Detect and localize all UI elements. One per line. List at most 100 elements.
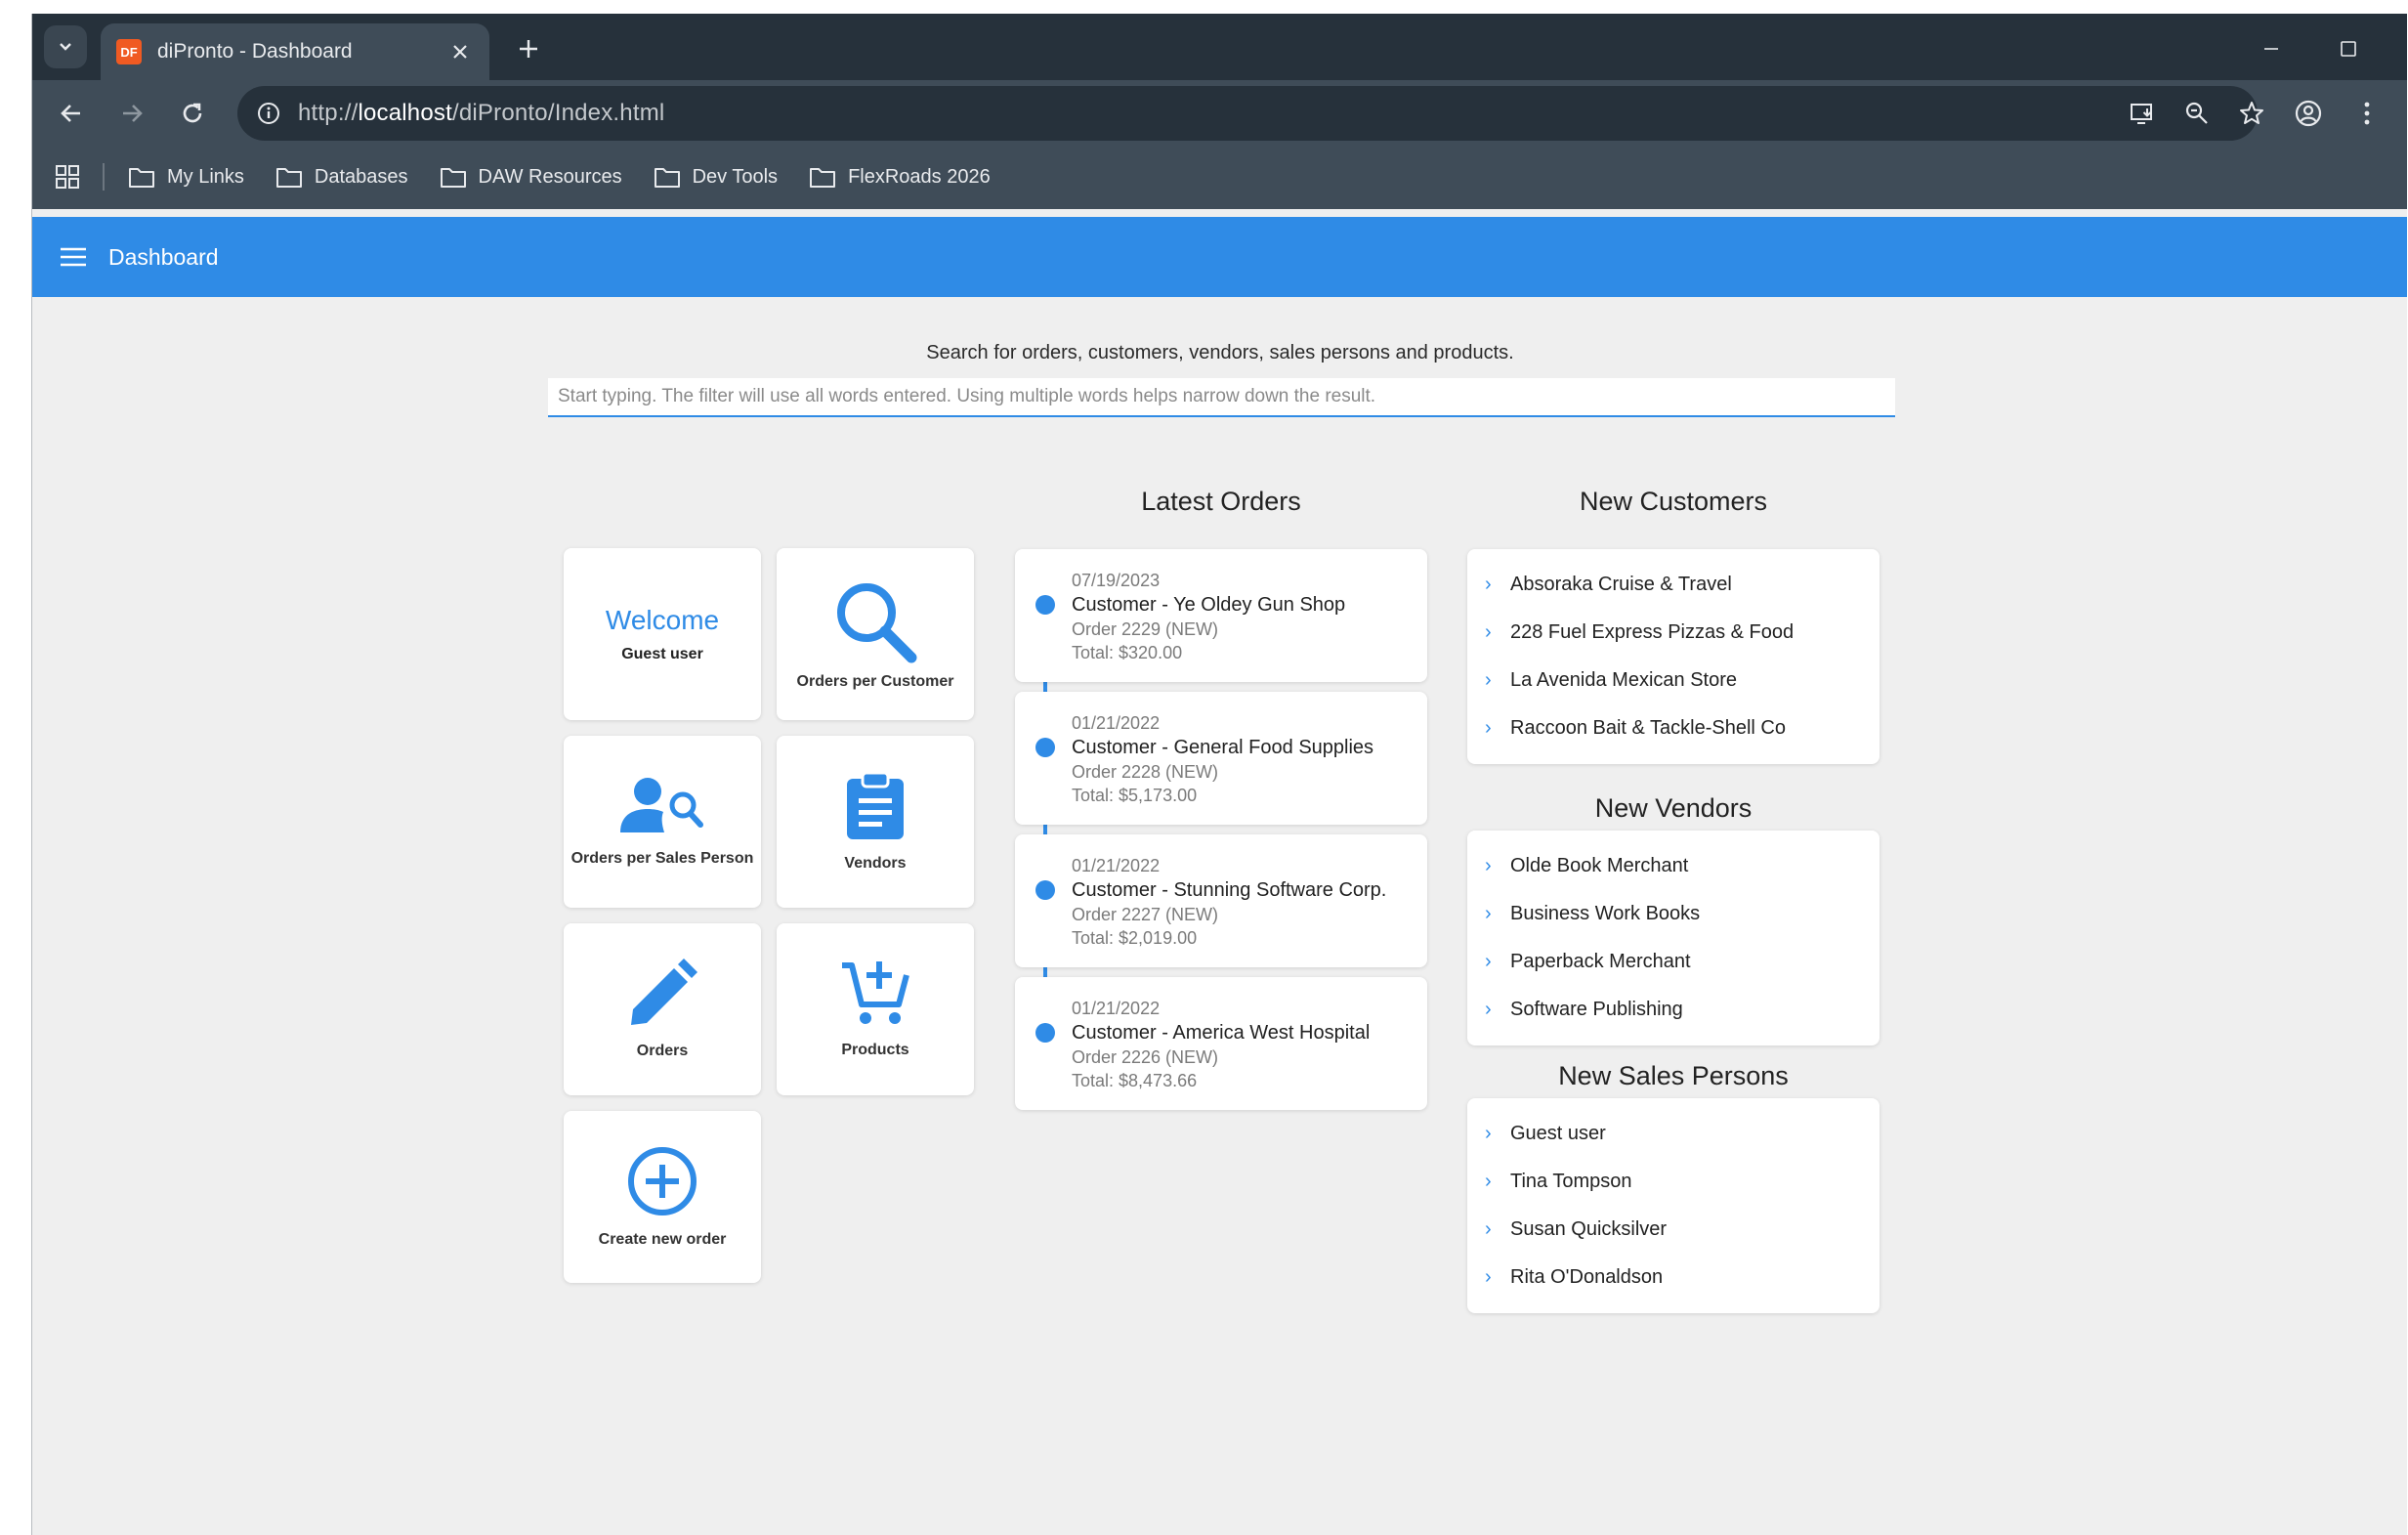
arrow-left-icon	[61, 105, 80, 122]
app-favicon: DF	[116, 39, 142, 64]
order-total: Total: $8,473.66	[1072, 1071, 1198, 1090]
search-icon	[831, 577, 919, 665]
window-close-button[interactable]	[2406, 31, 2407, 66]
chevron-right-icon: ›	[1485, 1123, 1492, 1144]
tab-close-button[interactable]	[446, 38, 474, 65]
reload-icon	[183, 103, 202, 123]
tile-label: Vendors	[844, 855, 907, 872]
chevron-right-icon: ›	[1485, 669, 1492, 691]
bookmark-folder-my-links[interactable]: My Links	[128, 165, 244, 189]
chevron-right-icon: ›	[1485, 855, 1492, 876]
maximize-icon	[2341, 41, 2356, 57]
maximize-button[interactable]	[2329, 31, 2368, 66]
chevron-down-icon	[60, 43, 71, 51]
list-item-customer[interactable]: › La Avenida Mexican Store	[1467, 657, 1880, 704]
bookmark-folder-dev-tools[interactable]: Dev Tools	[654, 165, 778, 189]
bookmarks-bar: My Links Databases DAW Resources Dev Too…	[32, 145, 2407, 209]
orders-per-customer-tile[interactable]: Orders per Customer	[777, 548, 974, 720]
timeline-dot	[1035, 738, 1055, 757]
new-tab-button[interactable]	[511, 31, 546, 66]
address-bar[interactable]: http://localhost/diPronto/Index.html	[237, 86, 2263, 141]
add-circle-icon	[626, 1145, 698, 1217]
bookmark-folder-databases[interactable]: Databases	[275, 165, 408, 189]
reload-button[interactable]	[173, 94, 212, 133]
back-button[interactable]	[52, 94, 91, 133]
order-card[interactable]: 01/21/2022 Customer - Stunning Software …	[1015, 834, 1427, 967]
arrow-right-icon	[123, 105, 143, 122]
site-info-icon[interactable]	[251, 96, 286, 131]
vendors-tile[interactable]: Vendors	[777, 736, 974, 908]
tab-dashboard[interactable]: DF diPronto - Dashboard	[101, 23, 489, 80]
tab-title: diPronto - Dashboard	[157, 40, 353, 63]
new-customers-title: New Customers	[1579, 487, 1768, 516]
profile-icon	[2295, 100, 2322, 127]
new-vendors-title: New Vendors	[1594, 793, 1753, 823]
zoom-icon[interactable]	[2179, 96, 2215, 131]
tile-label: Orders per Customer	[796, 673, 954, 690]
add-cart-icon	[840, 959, 910, 1028]
chevron-right-icon: ›	[1485, 717, 1492, 739]
chevron-right-icon: ›	[1485, 621, 1492, 643]
tab-search-button[interactable]	[44, 25, 87, 68]
pencil-icon	[627, 959, 697, 1029]
profile-button[interactable]	[2289, 94, 2328, 133]
orders-per-sales-person-tile[interactable]: Orders per Sales Person	[564, 736, 761, 908]
menu-button[interactable]	[2347, 94, 2387, 133]
bookmark-folder-flexroads-2026[interactable]: FlexRoads 2026	[809, 165, 991, 189]
hamburger-menu-button[interactable]	[56, 239, 91, 275]
timeline-dot	[1035, 1023, 1055, 1043]
folder-icon	[810, 168, 836, 188]
new-customers-list: › Absoraka Cruise & Travel › 228 Fuel Expr…	[1467, 549, 1880, 764]
bookmark-star-icon[interactable]	[2234, 96, 2269, 131]
order-date: 01/21/2022	[1072, 856, 1161, 875]
page-title: Dashboard	[108, 243, 219, 270]
chevron-right-icon: ›	[1485, 574, 1492, 595]
list-item-vendor[interactable]: › Olde Book Merchant	[1467, 842, 1880, 890]
order-card[interactable]: 01/21/2022 Customer - General Food Suppl…	[1015, 692, 1427, 825]
list-item-customer[interactable]: › 228 Fuel Express Pizzas & Food	[1467, 609, 1880, 657]
search-input[interactable]	[548, 378, 1895, 417]
forward-button[interactable]	[112, 94, 151, 133]
close-icon	[453, 45, 467, 59]
new-vendors-list: › Olde Book Merchant › Business Work Books…	[1467, 831, 1880, 1045]
list-item-sales-person[interactable]: › Susan Quicksilver	[1467, 1206, 1880, 1254]
orders-tile[interactable]: Orders	[564, 923, 761, 1095]
welcome-tile: Welcome Guest user	[564, 548, 761, 720]
order-card[interactable]: 07/19/2023 Customer - Ye Oldey Gun Shop …	[1015, 549, 1427, 682]
welcome-title: Welcome	[605, 605, 720, 635]
list-item-sales-person[interactable]: › Tina Tompson	[1467, 1158, 1880, 1206]
list-item-vendor[interactable]: › Paperback Merchant	[1467, 938, 1880, 986]
latest-orders-title: Latest Orders	[1141, 487, 1301, 516]
more-vert-icon	[2364, 102, 2370, 125]
list-item-vendor[interactable]: › Software Publishing	[1467, 986, 1880, 1034]
list-item-customer[interactable]: › Raccoon Bait & Tackle-Shell Co	[1467, 704, 1880, 752]
create-new-order-tile[interactable]: Create new order	[564, 1111, 761, 1283]
tab-strip: DF diPronto - Dashboard	[32, 14, 2407, 80]
tile-label: Orders per Sales Person	[570, 850, 754, 867]
bookmark-separator	[103, 163, 105, 191]
order-card[interactable]: 01/21/2022 Customer - America West Hospi…	[1015, 977, 1427, 1110]
order-date: 01/21/2022	[1072, 713, 1161, 733]
chevron-right-icon: ›	[1485, 951, 1492, 972]
list-item-sales-person[interactable]: › Guest user	[1467, 1110, 1880, 1158]
list-item-vendor[interactable]: › Business Work Books	[1467, 890, 1880, 938]
minimize-button[interactable]	[2252, 31, 2291, 66]
order-number: Order 2226 (NEW)	[1072, 1047, 1219, 1067]
bookmark-folder-daw-resources[interactable]: DAW Resources	[440, 165, 622, 189]
new-sales-persons-title: New Sales Persons	[1558, 1061, 1789, 1090]
order-customer: Customer - General Food Supplies	[1072, 737, 1374, 758]
list-item-sales-person[interactable]: › Rita O'Donaldson	[1467, 1254, 1880, 1301]
chevron-right-icon: ›	[1485, 1266, 1492, 1288]
install-app-icon[interactable]	[2125, 96, 2160, 131]
minimize-icon	[2264, 48, 2278, 50]
list-item-customer[interactable]: › Absoraka Cruise & Travel	[1467, 561, 1880, 609]
order-total: Total: $2,019.00	[1072, 928, 1198, 948]
plus-icon	[520, 40, 537, 58]
order-number: Order 2228 (NEW)	[1072, 762, 1219, 782]
browser-toolbar: http://localhost/diPronto/Index.html	[32, 80, 2407, 145]
folder-icon	[275, 168, 302, 188]
menu-icon	[61, 247, 86, 267]
apps-grid-icon[interactable]	[50, 159, 85, 194]
tile-label: Create new order	[598, 1231, 727, 1248]
products-tile[interactable]: Products	[777, 923, 974, 1095]
